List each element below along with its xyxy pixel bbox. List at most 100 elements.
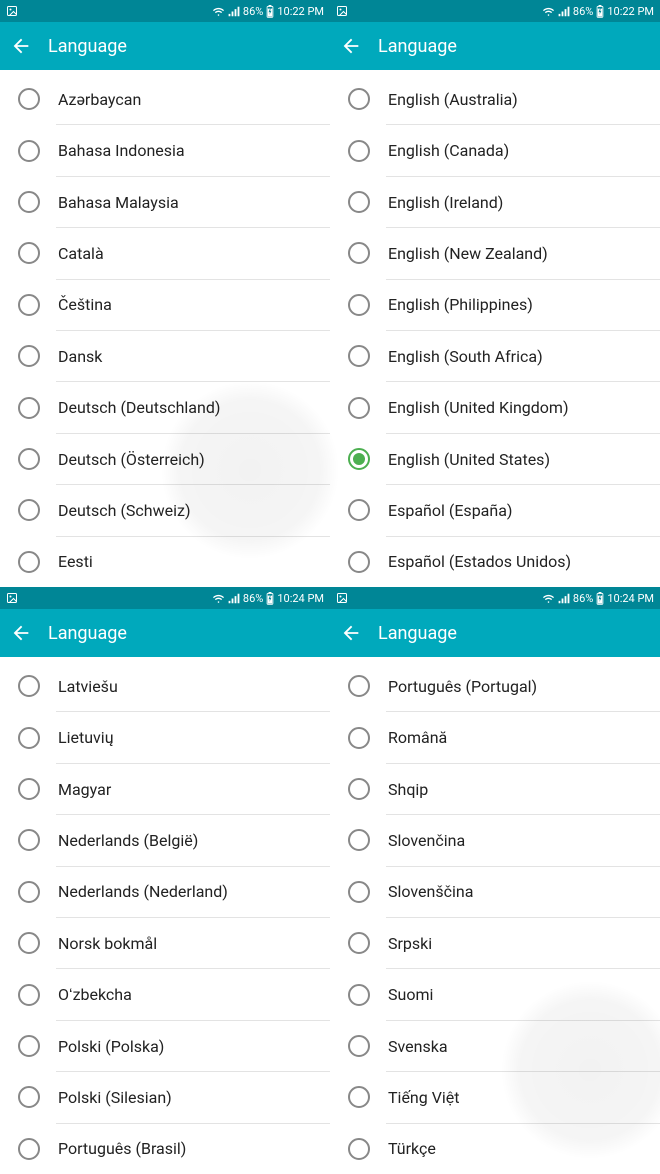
radio-button[interactable] (348, 778, 370, 800)
language-label: Magyar (58, 780, 111, 799)
radio-button[interactable] (18, 345, 40, 367)
radio-button[interactable] (348, 345, 370, 367)
language-option[interactable]: Română (330, 712, 660, 762)
language-option[interactable]: Norsk bokmål (0, 918, 330, 968)
radio-button[interactable] (348, 88, 370, 110)
radio-button[interactable] (18, 551, 40, 573)
language-option[interactable]: Dansk (0, 331, 330, 381)
radio-button[interactable] (348, 294, 370, 316)
radio-button[interactable] (348, 1035, 370, 1057)
radio-button[interactable] (348, 984, 370, 1006)
radio-button[interactable] (18, 294, 40, 316)
radio-button[interactable] (348, 727, 370, 749)
language-option[interactable]: English (United Kingdom) (330, 382, 660, 432)
radio-button[interactable] (18, 1086, 40, 1108)
language-option[interactable]: Deutsch (Österreich) (0, 434, 330, 484)
language-label: Nederlands (Nederland) (58, 882, 228, 901)
language-option[interactable]: Slovenčina (330, 815, 660, 865)
language-option[interactable]: Shqip (330, 764, 660, 814)
battery-text: 86% (243, 5, 263, 18)
language-option[interactable]: English (Canada) (330, 125, 660, 175)
language-option[interactable]: Bahasa Indonesia (0, 125, 330, 175)
image-icon (336, 592, 348, 604)
language-option[interactable]: English (New Zealand) (330, 228, 660, 278)
radio-button[interactable] (18, 829, 40, 851)
radio-button[interactable] (18, 499, 40, 521)
radio-button[interactable] (348, 140, 370, 162)
language-option[interactable]: Nederlands (Nederland) (0, 867, 330, 917)
language-option[interactable]: Português (Portugal) (330, 661, 660, 711)
wifi-icon (542, 593, 555, 604)
language-option[interactable]: Lietuvių (0, 712, 330, 762)
radio-button[interactable] (348, 191, 370, 213)
language-option[interactable]: Srpski (330, 918, 660, 968)
language-label: Română (388, 728, 447, 747)
language-option[interactable]: English (Ireland) (330, 177, 660, 227)
language-option[interactable]: Español (Estados Unidos) (330, 537, 660, 587)
language-option[interactable]: Nederlands (België) (0, 815, 330, 865)
radio-button[interactable] (18, 140, 40, 162)
language-option[interactable]: Polski (Polska) (0, 1021, 330, 1071)
language-list[interactable]: English (Australia)English (Canada)Engli… (330, 70, 660, 587)
back-icon[interactable] (340, 622, 362, 644)
language-list[interactable]: Azərbaycan Bahasa Indonesia Bahasa Malaysi… (0, 70, 330, 587)
radio-button[interactable] (18, 448, 40, 470)
language-option[interactable]: Català (0, 228, 330, 278)
radio-button[interactable] (348, 551, 370, 573)
radio-button[interactable] (18, 675, 40, 697)
back-icon[interactable] (340, 35, 362, 57)
radio-button[interactable] (18, 191, 40, 213)
battery-icon (596, 592, 604, 605)
radio-button[interactable] (18, 1035, 40, 1057)
radio-button[interactable] (348, 242, 370, 264)
language-option[interactable]: Bahasa Malaysia (0, 177, 330, 227)
language-option[interactable]: English (Australia) (330, 74, 660, 124)
radio-button[interactable] (18, 242, 40, 264)
radio-button[interactable] (18, 1138, 40, 1160)
radio-button[interactable] (348, 1086, 370, 1108)
language-option[interactable]: Suomi (330, 969, 660, 1019)
radio-button[interactable] (348, 881, 370, 903)
radio-button[interactable] (18, 727, 40, 749)
language-label: Deutsch (Deutschland) (58, 398, 220, 417)
language-label: English (New Zealand) (388, 244, 548, 263)
radio-button[interactable] (18, 932, 40, 954)
language-list[interactable]: Português (Portugal) Română ShqipSlovenčin… (330, 657, 660, 1174)
radio-button[interactable] (18, 397, 40, 419)
language-option[interactable]: Oʻzbekcha (0, 969, 330, 1019)
radio-button[interactable] (348, 397, 370, 419)
language-option[interactable]: English (South Africa) (330, 331, 660, 381)
language-option[interactable]: English (Philippines) (330, 280, 660, 330)
language-list[interactable]: LatviešuLietuvių Magyar Nederlands (België… (0, 657, 330, 1174)
language-option[interactable]: Türkçe (330, 1124, 660, 1174)
language-option[interactable]: Svenska (330, 1021, 660, 1071)
language-option[interactable]: English (United States) (330, 434, 660, 484)
language-label: Azərbaycan (58, 90, 141, 109)
back-icon[interactable] (10, 622, 32, 644)
back-icon[interactable] (10, 35, 32, 57)
language-option[interactable]: Português (Brasil) (0, 1124, 330, 1174)
language-label: Bahasa Malaysia (58, 193, 179, 212)
language-option[interactable]: Español (España) (330, 485, 660, 535)
language-option[interactable]: Slovenščina (330, 867, 660, 917)
radio-button[interactable] (348, 675, 370, 697)
language-option[interactable]: Čeština (0, 280, 330, 330)
radio-button[interactable] (18, 778, 40, 800)
appbar-title: Language (48, 623, 127, 644)
language-option[interactable]: Deutsch (Schweiz) (0, 485, 330, 535)
language-option[interactable]: Azərbaycan (0, 74, 330, 124)
language-option[interactable]: Tiếng Việt (330, 1072, 660, 1122)
language-option[interactable]: Eesti (0, 537, 330, 587)
language-option[interactable]: Deutsch (Deutschland) (0, 382, 330, 432)
language-option[interactable]: Polski (Silesian) (0, 1072, 330, 1122)
radio-button[interactable] (348, 829, 370, 851)
language-option[interactable]: Magyar (0, 764, 330, 814)
radio-button[interactable] (18, 881, 40, 903)
radio-button[interactable] (348, 932, 370, 954)
radio-button[interactable] (348, 448, 370, 470)
radio-button[interactable] (18, 984, 40, 1006)
radio-button[interactable] (348, 499, 370, 521)
language-option[interactable]: Latviešu (0, 661, 330, 711)
radio-button[interactable] (18, 88, 40, 110)
radio-button[interactable] (348, 1138, 370, 1160)
